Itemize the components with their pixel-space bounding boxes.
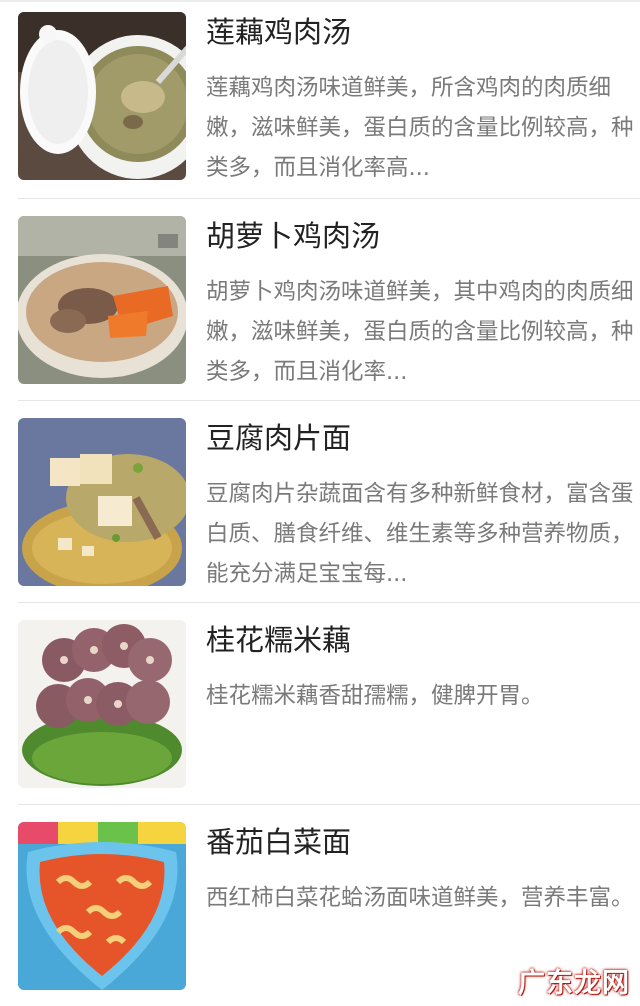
divider <box>18 804 640 805</box>
recipe-description: 西红柿白菜花蛤汤面味道鲜美，营养丰富。 <box>206 885 634 911</box>
recipe-thumbnail[interactable] <box>18 12 186 180</box>
tomato-cabbage-noodle-image <box>18 822 186 990</box>
recipe-thumbnail[interactable] <box>18 418 186 586</box>
recipe-description: 莲藕鸡肉汤味道鲜美，所含鸡肉的肉质细嫩，滋味鲜美，蛋白质的含量比例较高，种类多，… <box>206 75 634 181</box>
site-watermark: 广东龙网 <box>518 968 630 999</box>
carrot-chicken-soup-image <box>18 216 186 384</box>
divider <box>18 602 640 603</box>
divider <box>18 198 640 199</box>
recipe-description: 胡萝卜鸡肉汤味道鲜美，其中鸡肉的肉质细嫩，滋味鲜美，蛋白质的含量比例较高，种类多… <box>206 279 634 385</box>
recipe-title[interactable]: 豆腐肉片面 <box>206 418 351 458</box>
recipe-title[interactable]: 番茄白菜面 <box>206 822 351 862</box>
recipe-title[interactable]: 胡萝卜鸡肉汤 <box>206 216 380 256</box>
top-divider <box>0 0 640 2</box>
tofu-pork-noodle-image <box>18 418 186 586</box>
osmanthus-glutinous-rice-lotus-image <box>18 620 186 788</box>
recipe-title[interactable]: 莲藕鸡肉汤 <box>206 12 351 52</box>
recipe-description: 桂花糯米藕香甜孺糯，健脾开胃。 <box>206 683 544 709</box>
divider <box>18 400 640 401</box>
recipe-title[interactable]: 桂花糯米藕 <box>206 620 351 660</box>
recipe-thumbnail[interactable] <box>18 216 186 384</box>
recipe-description: 豆腐肉片杂蔬面含有多种新鲜食材，富含蛋白质、膳食纤维、维生素等多种营养物质，能充… <box>206 481 634 587</box>
recipe-thumbnail[interactable] <box>18 620 186 788</box>
recipe-thumbnail[interactable] <box>18 822 186 990</box>
lotus-root-chicken-soup-image <box>18 12 186 180</box>
